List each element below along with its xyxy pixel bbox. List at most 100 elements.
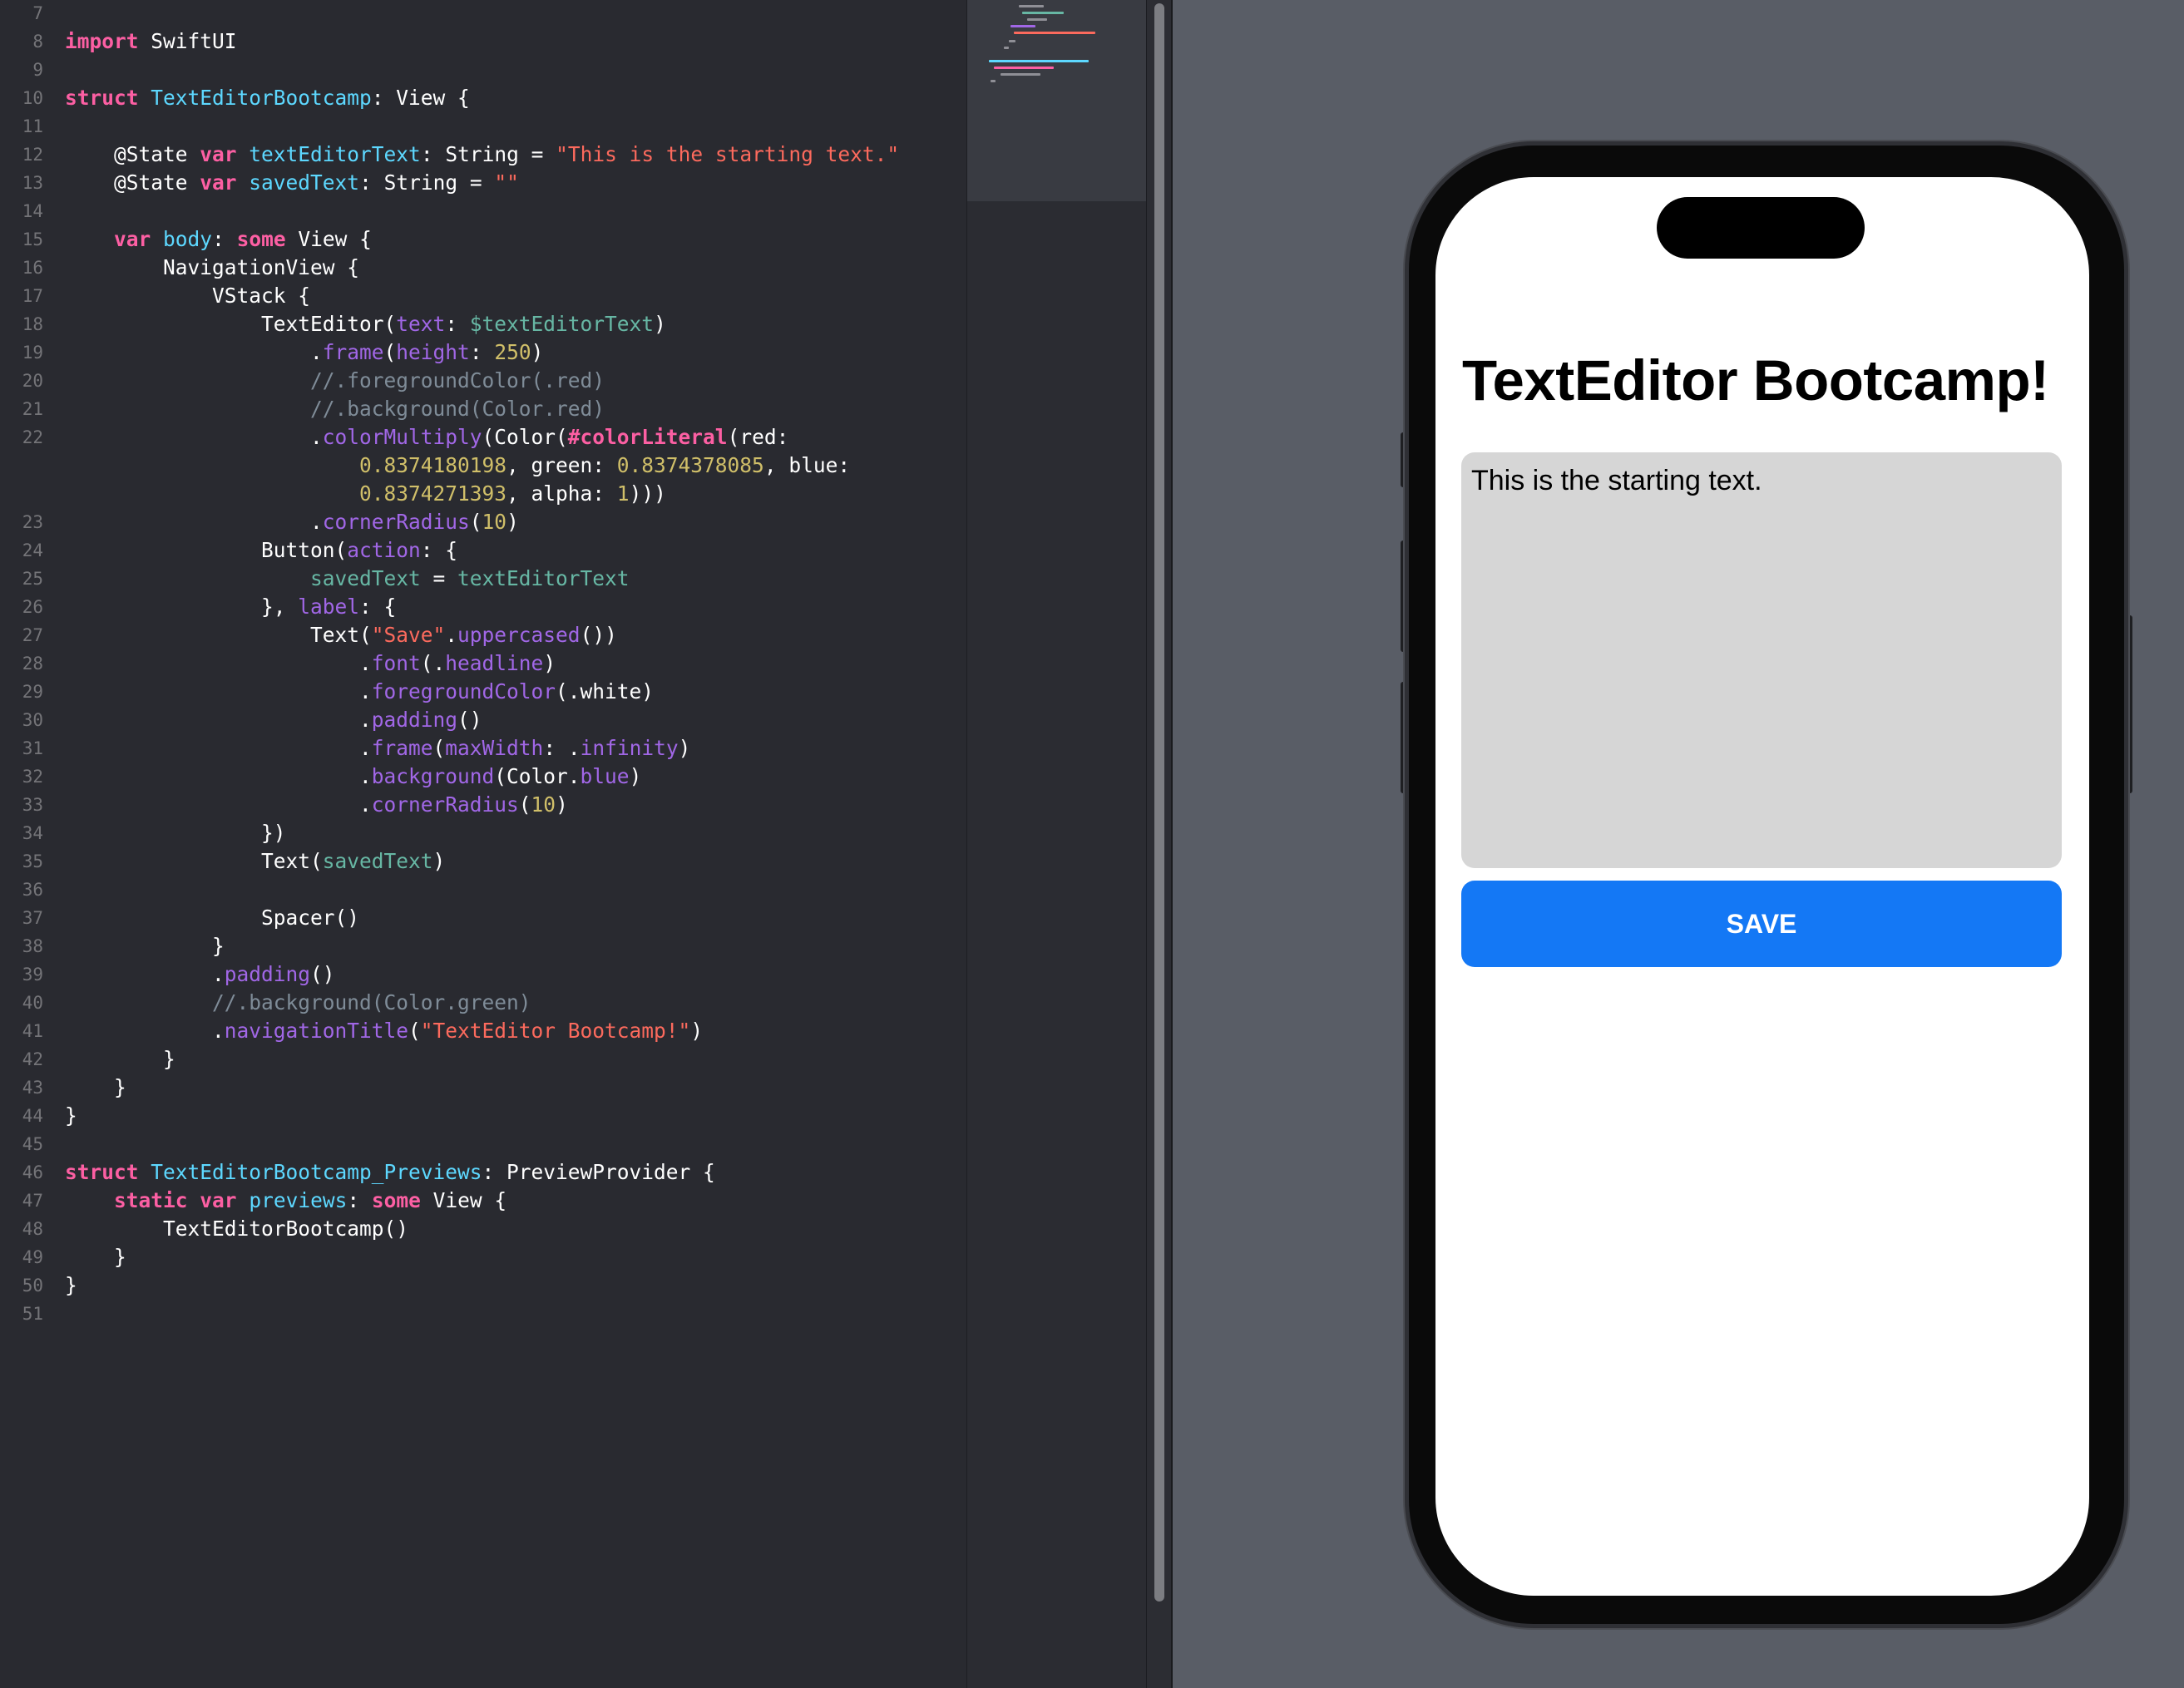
code-text[interactable]: .cornerRadius(10) bbox=[65, 508, 519, 536]
code-text[interactable]: @State var textEditorText: String = "Thi… bbox=[65, 141, 899, 169]
code-line[interactable]: 35 Text(savedText) bbox=[0, 847, 966, 876]
code-line[interactable]: 30 .padding() bbox=[0, 706, 966, 734]
code-text[interactable]: VStack { bbox=[65, 282, 310, 310]
code-line[interactable]: 50} bbox=[0, 1271, 966, 1300]
code-line[interactable]: 17 VStack { bbox=[0, 282, 966, 310]
code-line[interactable]: 42 } bbox=[0, 1045, 966, 1074]
code-line[interactable]: 9 bbox=[0, 56, 966, 84]
code-text[interactable]: 0.8374271393, alpha: 1))) bbox=[65, 480, 666, 508]
code-line[interactable]: 27 Text("Save".uppercased()) bbox=[0, 621, 966, 649]
code-line[interactable]: 22 .colorMultiply(Color(#colorLiteral(re… bbox=[0, 423, 966, 452]
code-token: } bbox=[65, 1273, 77, 1297]
code-line[interactable]: 36 bbox=[0, 876, 966, 904]
code-text[interactable]: .padding() bbox=[65, 960, 335, 989]
code-text[interactable]: struct TextEditorBootcamp_Previews: Prev… bbox=[65, 1158, 715, 1187]
code-token: : bbox=[445, 312, 470, 336]
code-line[interactable]: 19 .frame(height: 250) bbox=[0, 338, 966, 367]
code-line[interactable]: 16 NavigationView { bbox=[0, 254, 966, 282]
code-text[interactable]: } bbox=[65, 932, 225, 960]
text-editor-value[interactable]: This is the starting text. bbox=[1471, 465, 1762, 497]
code-text[interactable]: } bbox=[65, 1045, 175, 1074]
code-line[interactable]: 34 }) bbox=[0, 819, 966, 847]
code-text[interactable]: .font(.headline) bbox=[65, 649, 556, 678]
code-line[interactable]: 21 //.background(Color.red) bbox=[0, 395, 966, 423]
minimap-visible-region[interactable] bbox=[967, 0, 1147, 201]
code-line-wrapped[interactable]: 0.8374180198, green: 0.8374378085, blue: bbox=[0, 452, 966, 480]
code-text[interactable]: .background(Color.blue) bbox=[65, 763, 641, 791]
code-line[interactable]: 43 } bbox=[0, 1074, 966, 1102]
code-text[interactable]: var body: some View { bbox=[65, 225, 372, 254]
code-text[interactable]: struct TextEditorBootcamp: View { bbox=[65, 84, 470, 112]
code-line[interactable]: 28 .font(.headline) bbox=[0, 649, 966, 678]
code-text[interactable]: } bbox=[65, 1243, 126, 1271]
code-line[interactable]: 10 struct TextEditorBootcamp: View { bbox=[0, 84, 966, 112]
code-line[interactable]: 15 var body: some View { bbox=[0, 225, 966, 254]
code-text[interactable]: import SwiftUI bbox=[65, 27, 237, 56]
code-line[interactable]: 12 @State var textEditorText: String = "… bbox=[0, 141, 966, 169]
code-line[interactable]: 14 bbox=[0, 197, 966, 225]
code-line[interactable]: 25 savedText = textEditorText bbox=[0, 565, 966, 593]
code-line[interactable]: 18 TextEditor(text: $textEditorText) bbox=[0, 310, 966, 338]
code-line[interactable]: 11 bbox=[0, 112, 966, 141]
code-text[interactable]: Spacer() bbox=[65, 904, 359, 932]
code-line[interactable]: 31 .frame(maxWidth: .infinity) bbox=[0, 734, 966, 763]
code-line[interactable]: 32 .background(Color.blue) bbox=[0, 763, 966, 791]
code-text[interactable]: 0.8374180198, green: 0.8374378085, blue: bbox=[65, 452, 850, 480]
code-token: 250 bbox=[494, 340, 531, 364]
code-line[interactable]: 44} bbox=[0, 1102, 966, 1130]
code-line-wrapped[interactable]: 0.8374271393, alpha: 1))) bbox=[0, 480, 966, 508]
code-line[interactable]: 39 .padding() bbox=[0, 960, 966, 989]
code-text[interactable]: Button(action: { bbox=[65, 536, 457, 565]
code-line[interactable]: 37 Spacer() bbox=[0, 904, 966, 932]
line-number: 9 bbox=[32, 60, 43, 80]
code-text[interactable]: .colorMultiply(Color(#colorLiteral(red: bbox=[65, 423, 788, 452]
vertical-scrollbar[interactable] bbox=[1146, 0, 1172, 1688]
code-text[interactable]: } bbox=[65, 1074, 126, 1102]
code-text[interactable]: NavigationView { bbox=[65, 254, 359, 282]
code-text[interactable]: .cornerRadius(10) bbox=[65, 791, 568, 819]
code-line[interactable]: 20 //.foregroundColor(.red) bbox=[0, 367, 966, 395]
code-text[interactable]: Text(savedText) bbox=[65, 847, 445, 876]
code-text[interactable]: TextEditorBootcamp() bbox=[65, 1215, 408, 1243]
code-line[interactable]: 29 .foregroundColor(.white) bbox=[0, 678, 966, 706]
code-line[interactable]: 7 bbox=[0, 0, 966, 27]
code-line[interactable]: 23 .cornerRadius(10) bbox=[0, 508, 966, 536]
code-text[interactable]: Text("Save".uppercased()) bbox=[65, 621, 617, 649]
code-line[interactable]: 45 bbox=[0, 1130, 966, 1158]
code-text[interactable]: .frame(height: 250) bbox=[65, 338, 543, 367]
code-text[interactable]: .padding() bbox=[65, 706, 482, 734]
code-text[interactable]: TextEditor(text: $textEditorText) bbox=[65, 310, 666, 338]
scrollbar-thumb[interactable] bbox=[1154, 3, 1164, 1602]
code-text[interactable]: //.background(Color.green) bbox=[65, 989, 531, 1017]
code-line[interactable]: 51 bbox=[0, 1300, 966, 1328]
code-line[interactable]: 48 TextEditorBootcamp() bbox=[0, 1215, 966, 1243]
minimap[interactable] bbox=[966, 0, 1147, 1688]
code-line[interactable]: 49 } bbox=[0, 1243, 966, 1271]
code-text[interactable]: .foregroundColor(.white) bbox=[65, 678, 654, 706]
code-text[interactable]: .navigationTitle("TextEditor Bootcamp!") bbox=[65, 1017, 703, 1045]
code-text[interactable]: }) bbox=[65, 819, 286, 847]
code-text[interactable]: }, label: { bbox=[65, 593, 396, 621]
code-text[interactable]: savedText = textEditorText bbox=[65, 565, 630, 593]
code-text[interactable]: static var previews: some View { bbox=[65, 1187, 506, 1215]
text-editor[interactable]: This is the starting text. bbox=[1461, 452, 2062, 868]
code-text[interactable]: //.background(Color.red) bbox=[65, 395, 605, 423]
code-line[interactable]: 26 }, label: { bbox=[0, 593, 966, 621]
code-editor[interactable]: 7 8 import SwiftUI 9 10 struct TextEditorBoot… bbox=[0, 0, 966, 1688]
code-line[interactable]: 40 //.background(Color.green) bbox=[0, 989, 966, 1017]
code-text[interactable]: } bbox=[65, 1102, 77, 1130]
code-text[interactable]: .frame(maxWidth: .infinity) bbox=[65, 734, 690, 763]
code-text[interactable]: } bbox=[65, 1271, 77, 1300]
code-text[interactable]: //.foregroundColor(.red) bbox=[65, 367, 605, 395]
code-line[interactable]: 33 .cornerRadius(10) bbox=[0, 791, 966, 819]
code-text[interactable]: @State var savedText: String = "" bbox=[65, 169, 519, 197]
code-line[interactable]: 13 @State var savedText: String = "" bbox=[0, 169, 966, 197]
save-button[interactable]: SAVE bbox=[1461, 881, 2062, 967]
code-line[interactable]: 24 Button(action: { bbox=[0, 536, 966, 565]
code-line[interactable]: 41 .navigationTitle("TextEditor Bootcamp… bbox=[0, 1017, 966, 1045]
code-line[interactable]: 47 static var previews: some View { bbox=[0, 1187, 966, 1215]
code-line[interactable]: 46 struct TextEditorBootcamp_Previews: Pr… bbox=[0, 1158, 966, 1187]
code-line[interactable]: 8 import SwiftUI bbox=[0, 27, 966, 56]
code-line[interactable]: 38 } bbox=[0, 932, 966, 960]
code-token: : bbox=[469, 340, 495, 364]
